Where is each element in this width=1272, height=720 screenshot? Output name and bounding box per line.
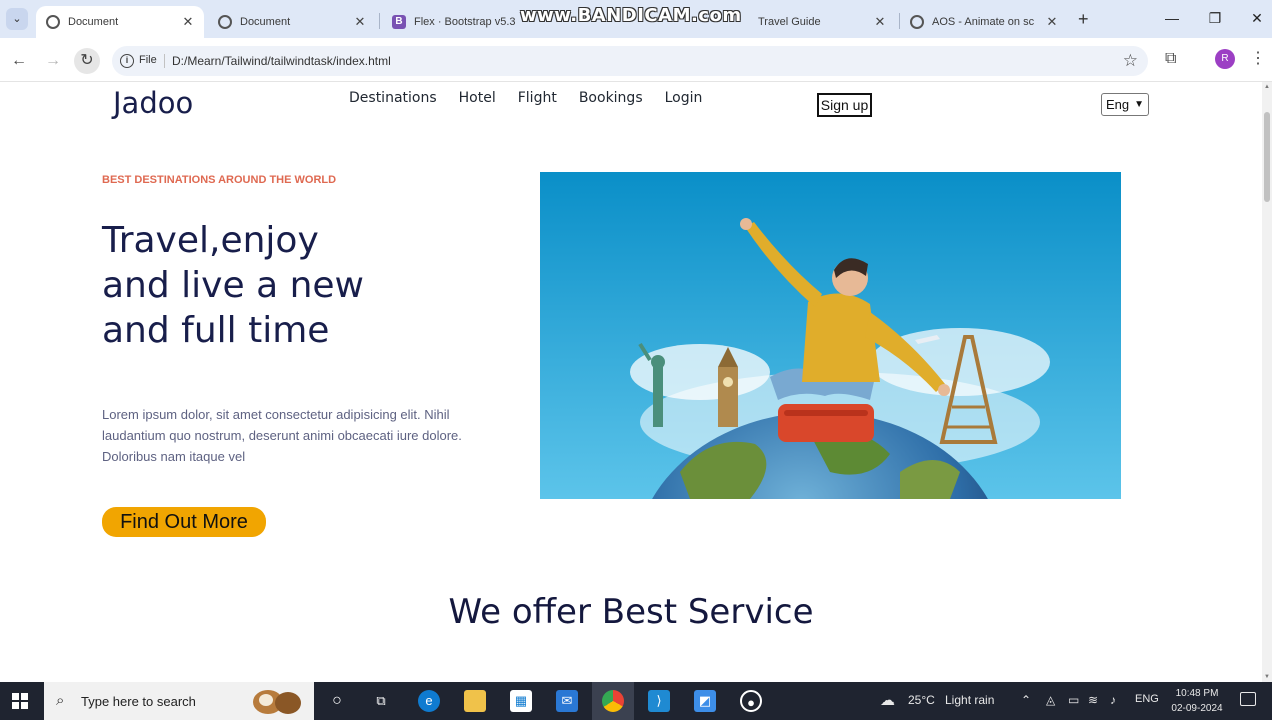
profile-avatar[interactable]: R	[1215, 49, 1235, 69]
weather-description[interactable]: Light rain	[945, 693, 994, 707]
bootstrap-icon: B	[392, 15, 406, 29]
info-icon[interactable]: i	[120, 54, 134, 68]
tab-title: Document	[68, 16, 119, 28]
page-scrollbar[interactable]: ▲ ▼	[1262, 82, 1272, 682]
find-out-more-button[interactable]: Find Out More	[102, 507, 266, 537]
reload-icon[interactable]: ↻	[74, 48, 100, 74]
minimize-icon[interactable]: —	[1162, 10, 1182, 26]
signup-button[interactable]: Sign up	[817, 93, 872, 117]
hero-travel-image	[540, 172, 1121, 499]
hero-description: Lorem ipsum dolor, sit amet consectetur …	[102, 407, 462, 464]
microsoft-store-icon[interactable]: ▦	[510, 690, 532, 712]
coconut-search-highlight-icon	[253, 690, 301, 714]
back-arrow-icon[interactable]: ←	[6, 48, 32, 74]
browser-tab-bar: ⌄ Document ✕ Document ✕ B Flex · Bootstr…	[0, 0, 1272, 38]
tab-title: Flex · Bootstrap v5.3	[414, 16, 516, 28]
clock-time: 10:48 PM	[1175, 688, 1219, 699]
page-viewport: Jadoo Destinations Hotel Flight Bookings…	[0, 82, 1262, 682]
taskbar-search-box[interactable]: ⌕ Type here to search	[44, 682, 314, 720]
extensions-puzzle-icon[interactable]: ⧉	[1165, 50, 1176, 68]
tab-document[interactable]: Document ✕	[208, 6, 376, 38]
tab-separator	[379, 13, 380, 29]
windows-taskbar: ⌕ Type here to search ○ ⧉ e ▦ ✉ ⟩ ◩ ● ☁ …	[0, 682, 1272, 720]
hero-title: Travel,enjoy and live a new and full tim…	[102, 218, 522, 353]
weather-icon[interactable]: ☁	[880, 691, 895, 709]
volume-icon[interactable]: ♪	[1110, 693, 1116, 707]
scrollbar-thumb[interactable]	[1264, 112, 1270, 202]
tab-aos[interactable]: AOS - Animate on sc ✕	[900, 6, 1068, 38]
hero-title-line: and live a new	[102, 265, 364, 306]
section-title-services: We offer Best Service	[448, 592, 814, 632]
nav-flight[interactable]: Flight	[518, 90, 557, 106]
more-menu-icon[interactable]: ⋮	[1250, 48, 1266, 68]
hero-tagline: BEST DESTINATIONS AROUND THE WORLD	[102, 174, 337, 186]
language-select[interactable]: Eng ▼	[1101, 93, 1149, 116]
close-icon[interactable]: ✕	[872, 14, 888, 30]
window-close-icon[interactable]: ✕	[1247, 10, 1267, 27]
close-icon[interactable]: ✕	[1044, 14, 1060, 30]
tab-title: AOS - Animate on sc	[932, 16, 1035, 28]
scroll-up-arrow-icon[interactable]: ▲	[1264, 84, 1270, 90]
search-icon: ⌕	[56, 692, 65, 709]
edge-browser-icon[interactable]: e	[418, 690, 440, 712]
hero-title-line: and full time	[102, 310, 330, 351]
browser-toolbar: ← → ↻ i File D:/Mearn/Tailwind/tailwindt…	[0, 38, 1272, 82]
nav-bookings[interactable]: Bookings	[579, 90, 643, 106]
forward-arrow-icon[interactable]: →	[40, 48, 66, 74]
battery-icon[interactable]: ▭	[1068, 693, 1079, 707]
tab-title: Document	[240, 16, 291, 28]
chevron-up-icon[interactable]: ⌃	[1021, 693, 1031, 707]
task-view-circle-icon[interactable]: ○	[326, 690, 348, 712]
wifi-icon[interactable]: ≋	[1088, 693, 1098, 707]
globe-icon	[218, 15, 232, 29]
tab-search-button[interactable]: ⌄	[6, 8, 28, 30]
weather-temperature[interactable]: 25°C	[908, 693, 935, 707]
chevron-down-icon: ▼	[1134, 99, 1144, 110]
tab-document-active[interactable]: Document ✕	[36, 6, 204, 38]
globe-icon	[910, 15, 924, 29]
new-tab-plus-icon[interactable]: +	[1078, 9, 1089, 30]
vscode-icon[interactable]: ⟩	[648, 690, 670, 712]
close-icon[interactable]: ✕	[180, 14, 196, 30]
url-text[interactable]: D:/Mearn/Tailwind/tailwindtask/index.htm…	[172, 54, 391, 68]
chrome-browser-icon[interactable]	[602, 690, 624, 712]
record-icon[interactable]: ●	[740, 690, 762, 712]
file-scheme-label: File	[139, 54, 157, 66]
nav-login[interactable]: Login	[665, 90, 703, 106]
restore-icon[interactable]: ❐	[1205, 10, 1225, 27]
nav-destinations[interactable]: Destinations	[349, 90, 437, 106]
tab-title: Travel Guide	[758, 16, 821, 28]
taskbar-clock[interactable]: 10:48 PM 02-09-2024	[1168, 686, 1226, 716]
windows-start-icon[interactable]	[12, 693, 28, 709]
address-bar[interactable]: i File D:/Mearn/Tailwind/tailwindtask/in…	[112, 46, 1148, 76]
task-view-icon[interactable]: ⧉	[370, 690, 392, 712]
scroll-down-arrow-icon[interactable]: ▼	[1264, 674, 1270, 680]
hero-title-line: Travel,enjoy	[102, 220, 319, 261]
input-language[interactable]: ENG	[1135, 693, 1159, 705]
taskbar-search-placeholder: Type here to search	[81, 694, 196, 709]
notification-icon[interactable]	[1240, 692, 1256, 706]
photos-icon[interactable]: ◩	[694, 690, 716, 712]
clock-date: 02-09-2024	[1171, 703, 1223, 714]
close-icon[interactable]: ✕	[352, 14, 368, 30]
main-nav: Destinations Hotel Flight Bookings Login	[349, 90, 702, 106]
nav-hotel[interactable]: Hotel	[459, 90, 496, 106]
travel-illustration	[540, 172, 1121, 499]
bookmark-star-icon[interactable]: ☆	[1123, 51, 1138, 71]
file-explorer-icon[interactable]	[464, 690, 486, 712]
globe-icon	[46, 15, 60, 29]
mail-icon[interactable]: ✉	[556, 690, 578, 712]
tab-travel-guide[interactable]: Travel Guide ✕	[748, 6, 896, 38]
language-value: Eng	[1106, 97, 1130, 112]
network-icon[interactable]: ◬	[1046, 693, 1055, 707]
tab-bootstrap[interactable]: B Flex · Bootstrap v5.3	[382, 6, 517, 38]
recording-watermark: www.BANDICAM.com	[520, 5, 742, 26]
url-separator	[164, 54, 165, 68]
brand-logo[interactable]: Jadoo	[113, 86, 193, 120]
